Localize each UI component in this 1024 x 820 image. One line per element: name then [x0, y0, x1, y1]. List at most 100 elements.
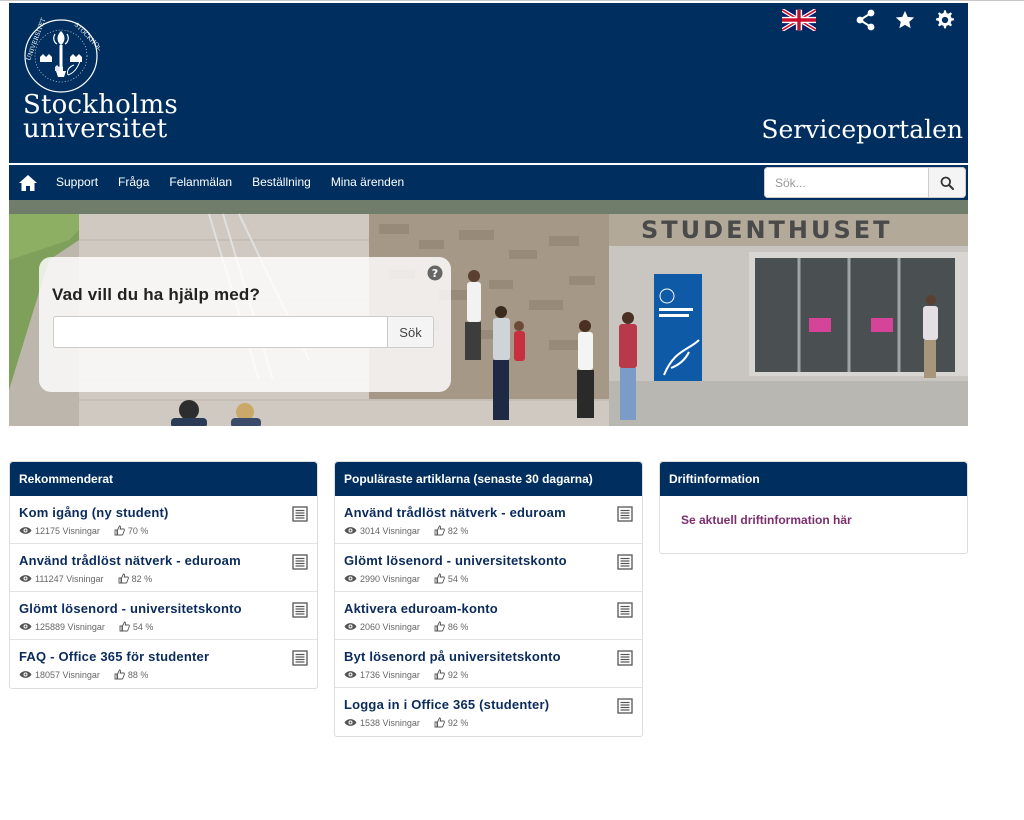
article-meta: 2990 Visningar 54 %	[344, 573, 468, 584]
view-count: 125889 Visningar	[35, 621, 105, 632]
article-document-icon	[292, 506, 308, 522]
article-meta: 1736 Visningar 92 %	[344, 669, 468, 680]
eye-icon	[344, 623, 357, 630]
thumbs-up-icon	[434, 669, 445, 680]
article-meta: 1538 Visningar 92 %	[344, 717, 468, 728]
logo-line-2: universitet	[23, 114, 168, 144]
article-title[interactable]: Byt lösenord på universitetskonto	[344, 649, 561, 664]
article-title[interactable]: Glömt lösenord - universitetskonto	[19, 601, 242, 616]
portal-title: Serviceportalen	[761, 115, 963, 144]
page: UNIVERSITET STOCKHOLMS Stockholms univer…	[9, 3, 968, 426]
recommended-list: Kom igång (ny student) 12175 Visningar 7…	[10, 496, 317, 688]
thumbs-up-icon	[114, 525, 125, 536]
search-icon	[940, 176, 954, 190]
view-count: 2060 Visningar	[360, 621, 420, 632]
logo-wordmark: Stockholms universitet	[23, 92, 178, 144]
help-search-input[interactable]	[53, 316, 387, 348]
article-meta: 3014 Visningar 82 %	[344, 525, 468, 536]
list-item[interactable]: Aktivera eduroam-konto 2060 Visningar 86…	[335, 592, 642, 640]
gear-icon[interactable]	[934, 9, 956, 33]
view-count: 18057 Visningar	[35, 669, 100, 680]
nav-item-support[interactable]: Support	[46, 165, 108, 200]
main-navbar: Support Fråga Felanmälan Beställning Min…	[9, 165, 968, 200]
panel-drift-title: Driftinformation	[660, 462, 967, 496]
rating: 86 %	[447, 621, 469, 632]
article-document-icon	[292, 650, 308, 666]
panel-recommended: Rekommenderat Kom igång (ny student) 121…	[9, 461, 318, 689]
view-count: 111247 Visningar	[35, 573, 104, 584]
article-document-icon	[617, 698, 633, 714]
university-seal-icon: UNIVERSITET STOCKHOLMS	[24, 17, 100, 93]
article-document-icon	[292, 554, 308, 570]
rating: 82 %	[131, 573, 153, 584]
article-meta: 111247 Visningar 82 %	[19, 573, 152, 584]
list-item[interactable]: Glömt lösenord - universitetskonto 2990 …	[335, 544, 642, 592]
article-title[interactable]: Aktivera eduroam-konto	[344, 601, 498, 616]
eye-icon	[19, 527, 32, 534]
eye-icon	[19, 671, 32, 678]
nav-item-bestallning[interactable]: Beställning	[242, 165, 321, 200]
eye-icon	[19, 575, 32, 582]
nav-search-input[interactable]	[764, 167, 928, 198]
panel-popular: Populäraste artiklarna (senaste 30 dagar…	[334, 461, 643, 737]
help-question-icon[interactable]: ?	[427, 265, 443, 286]
list-item[interactable]: Logga in i Office 365 (studenter) 1538 V…	[335, 688, 642, 736]
nav-item-felanmalan[interactable]: Felanmälan	[159, 165, 242, 200]
rating: 54 %	[132, 621, 154, 632]
thumbs-up-icon	[114, 669, 125, 680]
rating: 70 %	[127, 525, 149, 536]
list-item[interactable]: FAQ - Office 365 för studenter 18057 Vis…	[10, 640, 317, 688]
article-document-icon	[617, 602, 633, 618]
nav-item-mina-arenden[interactable]: Mina ärenden	[321, 165, 414, 200]
article-title[interactable]: FAQ - Office 365 för studenter	[19, 649, 209, 664]
article-title[interactable]: Glömt lösenord - universitetskonto	[344, 553, 567, 568]
panel-popular-title: Populäraste artiklarna (senaste 30 dagar…	[335, 462, 642, 496]
thumbs-up-icon	[434, 573, 445, 584]
eye-icon	[344, 527, 357, 534]
thumbs-up-icon	[119, 621, 130, 632]
article-title[interactable]: Logga in i Office 365 (studenter)	[344, 697, 549, 712]
nav-item-fraga[interactable]: Fråga	[108, 165, 159, 200]
help-search-box: ? Vad vill du ha hjälp med? Sök	[39, 257, 451, 392]
view-count: 1736 Visningar	[360, 669, 420, 680]
rating: 92 %	[447, 669, 469, 680]
drift-info-link[interactable]: Se aktuell driftinformation här	[681, 513, 852, 527]
nav-search-button[interactable]	[928, 167, 966, 198]
thumbs-up-icon	[434, 621, 445, 632]
article-document-icon	[292, 602, 308, 618]
article-meta: 125889 Visningar 54 %	[19, 621, 153, 632]
list-item[interactable]: Byt lösenord på universitetskonto 1736 V…	[335, 640, 642, 688]
list-item[interactable]: Använd trådlöst nätverk - eduroam 3014 V…	[335, 496, 642, 544]
panel-drift: Driftinformation Se aktuell driftinforma…	[659, 461, 968, 554]
star-icon[interactable]	[894, 9, 916, 33]
popular-list: Använd trådlöst nätverk - eduroam 3014 V…	[335, 496, 642, 736]
eye-icon	[344, 575, 357, 582]
rating: 54 %	[447, 573, 469, 584]
list-item[interactable]: Använd trådlöst nätverk - eduroam 111247…	[10, 544, 317, 592]
rating: 92 %	[447, 717, 469, 728]
share-icon[interactable]	[856, 9, 876, 33]
article-document-icon	[617, 650, 633, 666]
uk-flag-icon[interactable]	[780, 8, 818, 33]
eye-icon	[344, 719, 357, 726]
studenthuset-sign: STUDENTHUSET	[641, 216, 893, 244]
su-logo[interactable]: UNIVERSITET STOCKHOLMS Stockholms univer…	[22, 17, 202, 147]
site-header: UNIVERSITET STOCKHOLMS Stockholms univer…	[9, 3, 968, 163]
article-title[interactable]: Använd trådlöst nätverk - eduroam	[344, 505, 566, 520]
help-search-button[interactable]: Sök	[387, 316, 434, 348]
article-title[interactable]: Kom igång (ny student)	[19, 505, 169, 520]
article-title[interactable]: Använd trådlöst nätverk - eduroam	[19, 553, 241, 568]
view-count: 3014 Visningar	[360, 525, 420, 536]
drift-body: Se aktuell driftinformation här	[660, 496, 967, 553]
article-meta: 2060 Visningar 86 %	[344, 621, 468, 632]
eye-icon	[19, 623, 32, 630]
thumbs-up-icon	[434, 717, 445, 728]
nav-search	[764, 167, 966, 198]
svg-text:?: ?	[432, 267, 438, 280]
list-item[interactable]: Kom igång (ny student) 12175 Visningar 7…	[10, 496, 317, 544]
eye-icon	[344, 671, 357, 678]
thumbs-up-icon	[434, 525, 445, 536]
article-document-icon	[617, 506, 633, 522]
list-item[interactable]: Glömt lösenord - universitetskonto 12588…	[10, 592, 317, 640]
home-icon[interactable]	[10, 165, 46, 200]
